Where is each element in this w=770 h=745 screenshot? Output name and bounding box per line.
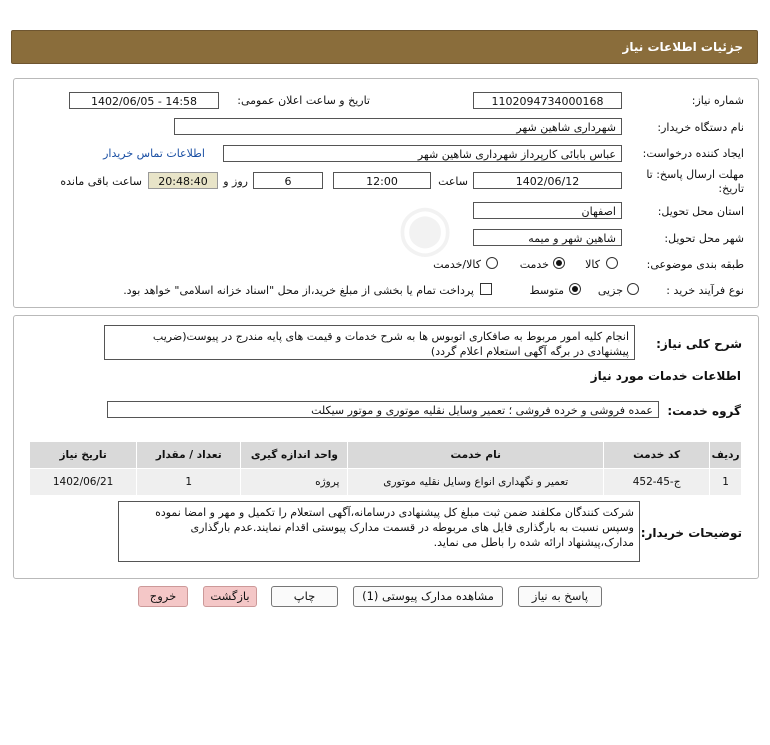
category-radio-goods[interactable] bbox=[606, 257, 618, 269]
province-label: استان محل تحویل: bbox=[657, 205, 744, 218]
cell-name: تعمیر و نگهداری انواع وسایل نقلیه موتوری bbox=[347, 468, 605, 496]
buyer-notes-label: توضیحات خریدار: bbox=[640, 526, 742, 540]
treasury-payment-note: پرداخت تمام یا بخشی از مبلغ خرید،از محل … bbox=[123, 284, 474, 297]
remaining-label: ساعت باقی مانده bbox=[60, 175, 142, 188]
category-radio-goods-service[interactable] bbox=[486, 257, 498, 269]
category-option-goods-service: کالا/خدمت bbox=[433, 258, 481, 271]
col-unit: واحد اندازه گیری bbox=[240, 441, 349, 469]
deadline-label-line2: تاریخ: bbox=[718, 182, 744, 195]
days-label: روز و bbox=[223, 175, 248, 188]
services-table: ردیف کد خدمت نام خدمت واحد اندازه گیری ت… bbox=[28, 441, 742, 496]
deadline-label: مهلت ارسال پاسخ: تا تاریخ: bbox=[646, 168, 744, 196]
city-field: شاهین شهر و میمه bbox=[473, 229, 622, 246]
remaining-time-field: 20:48:40 bbox=[148, 172, 218, 189]
buyer-notes-text: شرکت کنندگان مکلفند ضمن ثبت مبلغ کل پیشن… bbox=[118, 501, 640, 562]
page-title: جزئیات اطلاعات نیاز bbox=[622, 40, 743, 54]
category-option-service: خدمت bbox=[519, 258, 549, 271]
table-row: 1 ج-45-452 تعمیر و نگهداری انواع وسایل ن… bbox=[28, 468, 742, 496]
col-code: کد خدمت bbox=[603, 441, 711, 469]
treasury-payment-checkbox[interactable] bbox=[480, 283, 492, 295]
buyer-org-label: نام دستگاه خریدار: bbox=[657, 121, 744, 134]
need-number-field: 1102094734000168 bbox=[473, 92, 622, 109]
province-field: اصفهان bbox=[473, 202, 622, 219]
city-label: شهر محل تحویل: bbox=[664, 232, 744, 245]
deadline-label-line1: مهلت ارسال پاسخ: تا bbox=[646, 168, 744, 181]
col-qty: تعداد / مقدار bbox=[136, 441, 242, 469]
announce-field: 1402/06/05 - 14:58 bbox=[69, 92, 219, 109]
announce-label: تاریخ و ساعت اعلان عمومی: bbox=[237, 94, 370, 107]
exit-button[interactable]: خروج bbox=[138, 586, 188, 607]
deadline-time-field: 12:00 bbox=[333, 172, 431, 189]
need-number-label: شماره نیاز: bbox=[691, 94, 744, 107]
cell-date: 1402/06/21 bbox=[28, 468, 138, 496]
view-attachments-button[interactable]: مشاهده مدارک پیوستی (1) bbox=[353, 586, 503, 607]
col-date: تاریخ نیاز bbox=[28, 441, 138, 469]
category-label: طبقه بندی موضوعی: bbox=[646, 258, 744, 271]
category-radio-service[interactable] bbox=[553, 257, 565, 269]
days-field: 6 bbox=[253, 172, 323, 189]
cell-code: ج-45-452 bbox=[603, 468, 711, 496]
summary-label: شرح کلی نیاز: bbox=[656, 337, 742, 351]
process-label: نوع فرآیند خرید : bbox=[666, 284, 744, 297]
reply-button[interactable]: پاسخ به نیاز bbox=[518, 586, 602, 607]
service-group-field: عمده فروشی و خرده فروشی ؛ تعمیر وسایل نق… bbox=[107, 401, 659, 418]
cell-row: 1 bbox=[709, 468, 742, 496]
deadline-date-field: 1402/06/12 bbox=[473, 172, 622, 189]
service-group-label: گروه خدمت: bbox=[667, 404, 741, 418]
buyer-org-field: شهرداری شاهین شهر bbox=[174, 118, 622, 135]
process-option-medium: متوسط bbox=[529, 284, 564, 297]
services-section-title: اطلاعات خدمات مورد نیاز bbox=[590, 369, 741, 383]
print-button[interactable]: چاپ bbox=[271, 586, 338, 607]
cell-unit: پروژه bbox=[240, 468, 349, 496]
process-radio-minor[interactable] bbox=[627, 283, 639, 295]
creator-label: ایجاد کننده درخواست: bbox=[642, 147, 744, 160]
col-row: ردیف bbox=[709, 441, 742, 469]
summary-text: انجام کلیه امور مربوط به صافکاری اتوبوس … bbox=[104, 325, 635, 360]
col-name: نام خدمت bbox=[347, 441, 605, 469]
process-radio-medium[interactable] bbox=[569, 283, 581, 295]
services-table-header: ردیف کد خدمت نام خدمت واحد اندازه گیری ت… bbox=[28, 441, 742, 469]
creator-field: عباس بابائی کارپرداز شهرداری شاهین شهر bbox=[223, 145, 622, 162]
back-button[interactable]: بازگشت bbox=[203, 586, 257, 607]
deadline-time-label: ساعت bbox=[438, 175, 468, 188]
process-option-minor: جزیی bbox=[597, 284, 623, 297]
cell-qty: 1 bbox=[136, 468, 242, 496]
contact-buyer-link[interactable]: اطلاعات تماس خریدار bbox=[103, 147, 205, 160]
page-title-bar: جزئیات اطلاعات نیاز bbox=[11, 30, 758, 64]
category-option-goods: کالا bbox=[585, 258, 600, 271]
